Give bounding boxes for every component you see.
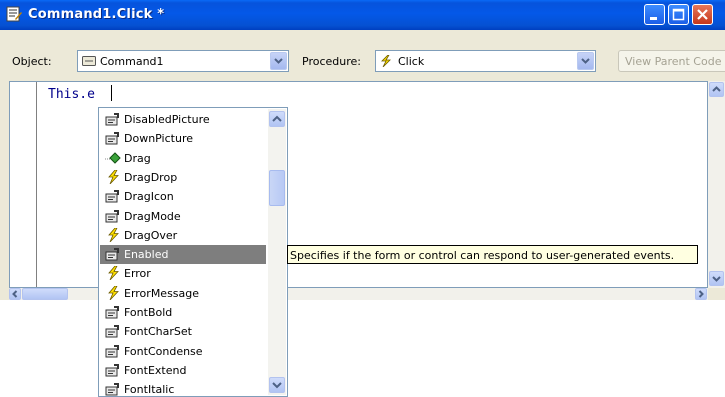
list-item-label: DragIcon [124, 190, 174, 204]
list-item-label: FontItalic [124, 383, 175, 397]
list-item[interactable]: DragIcon [100, 187, 266, 206]
size-grip[interactable] [708, 288, 725, 300]
list-item[interactable]: FontItalic [100, 380, 266, 397]
list-item-label: DragOver [124, 228, 178, 242]
chevron-up-icon [272, 115, 282, 122]
command-button-icon [82, 56, 96, 66]
procedure-dropdown-button[interactable] [577, 52, 594, 70]
tooltip-text: Specifies if the form or control can res… [290, 249, 675, 262]
event-icon [381, 55, 391, 67]
object-value: Command1 [100, 55, 164, 68]
property-icon [105, 344, 121, 358]
list-item[interactable]: FontCharSet [100, 322, 266, 341]
close-icon [697, 9, 708, 20]
editor-vertical-scrollbar[interactable] [708, 81, 725, 288]
list-item[interactable]: DragOver [100, 226, 266, 245]
chevron-down-icon [274, 58, 283, 64]
list-item[interactable]: FontCondense [100, 342, 266, 361]
scroll-right-button[interactable] [695, 288, 707, 300]
minimize-button[interactable] [644, 4, 665, 25]
autocomplete-scrollbar[interactable] [268, 109, 286, 395]
list-item-label: ErrorMessage [124, 286, 200, 300]
title-bar[interactable]: Command1.Click * [0, 0, 725, 30]
list-scroll-down-button[interactable] [269, 377, 285, 393]
chevron-up-icon [712, 86, 721, 92]
property-icon [105, 305, 121, 319]
list-item-label: DisabledPicture [124, 113, 210, 126]
list-item-label: DragDrop [124, 170, 178, 184]
list-item-label: FontExtend [124, 363, 187, 377]
event-icon [105, 265, 121, 281]
list-item[interactable]: DragMode [100, 207, 266, 226]
procedure-value: Click [398, 55, 425, 68]
autocomplete-list[interactable]: DisabledPicture DownPicture Drag DragDrop Dr… [98, 107, 288, 397]
maximize-icon [672, 8, 685, 21]
list-item[interactable]: DisabledPicture [100, 110, 266, 129]
list-item-label: FontCondense [124, 344, 203, 358]
property-icon [105, 209, 121, 223]
code-window-icon [6, 6, 22, 22]
list-item[interactable]: ErrorMessage [100, 284, 266, 303]
close-button[interactable] [692, 4, 713, 25]
property-icon [105, 189, 121, 203]
text-caret [111, 85, 112, 101]
scroll-left-button[interactable] [9, 288, 21, 300]
event-icon [105, 169, 121, 185]
chevron-left-icon [12, 290, 18, 298]
property-icon [105, 363, 121, 377]
maximize-button[interactable] [668, 4, 689, 25]
list-item-label: FontBold [124, 306, 173, 319]
object-dropdown-button[interactable] [270, 52, 287, 70]
property-icon [105, 112, 121, 126]
chevron-down-icon [272, 382, 282, 389]
list-item[interactable]: DragDrop [100, 168, 266, 187]
chevron-down-icon [581, 58, 590, 64]
minimize-icon [650, 17, 657, 20]
object-label: Object: [12, 55, 52, 68]
procedure-label: Procedure: [302, 55, 361, 68]
horizontal-scroll-thumb[interactable] [22, 288, 68, 300]
editor-margin [10, 82, 37, 287]
list-item[interactable]: Enabled [100, 245, 266, 265]
list-item-label: FontCharSet [124, 325, 192, 339]
window-title: Command1.Click * [28, 7, 165, 22]
list-item-label: Error [124, 267, 151, 281]
view-parent-code-button[interactable]: View Parent Code [618, 50, 725, 72]
code-line: This.e [48, 87, 95, 102]
property-icon [105, 324, 121, 338]
list-item[interactable]: Drag [100, 149, 266, 168]
list-item[interactable]: FontBold [100, 303, 266, 322]
procedure-combo[interactable]: Click [375, 50, 596, 72]
event-icon [105, 227, 121, 243]
object-combo[interactable]: Command1 [77, 50, 289, 72]
list-scroll-up-button[interactable] [269, 111, 285, 127]
list-item-label: DragMode [124, 209, 181, 223]
member-tooltip: Specifies if the form or control can res… [287, 245, 698, 264]
method-icon [105, 151, 121, 165]
list-item-label: Drag [124, 151, 151, 165]
property-icon [105, 131, 121, 145]
scroll-down-button[interactable] [709, 271, 724, 286]
list-item-label: DownPicture [124, 132, 193, 146]
event-icon [105, 285, 121, 300]
property-icon [105, 382, 121, 396]
list-item[interactable]: DownPicture [100, 129, 266, 148]
list-item-label: Enabled [124, 248, 169, 262]
chevron-right-icon [698, 290, 704, 298]
list-item[interactable]: Error [100, 264, 266, 283]
scroll-up-button[interactable] [709, 82, 724, 97]
chevron-down-icon [712, 276, 721, 282]
property-icon [105, 247, 121, 261]
list-scroll-thumb[interactable] [269, 170, 285, 206]
list-item[interactable]: FontExtend [100, 361, 266, 380]
view-parent-code-label: View Parent Code [625, 55, 722, 68]
